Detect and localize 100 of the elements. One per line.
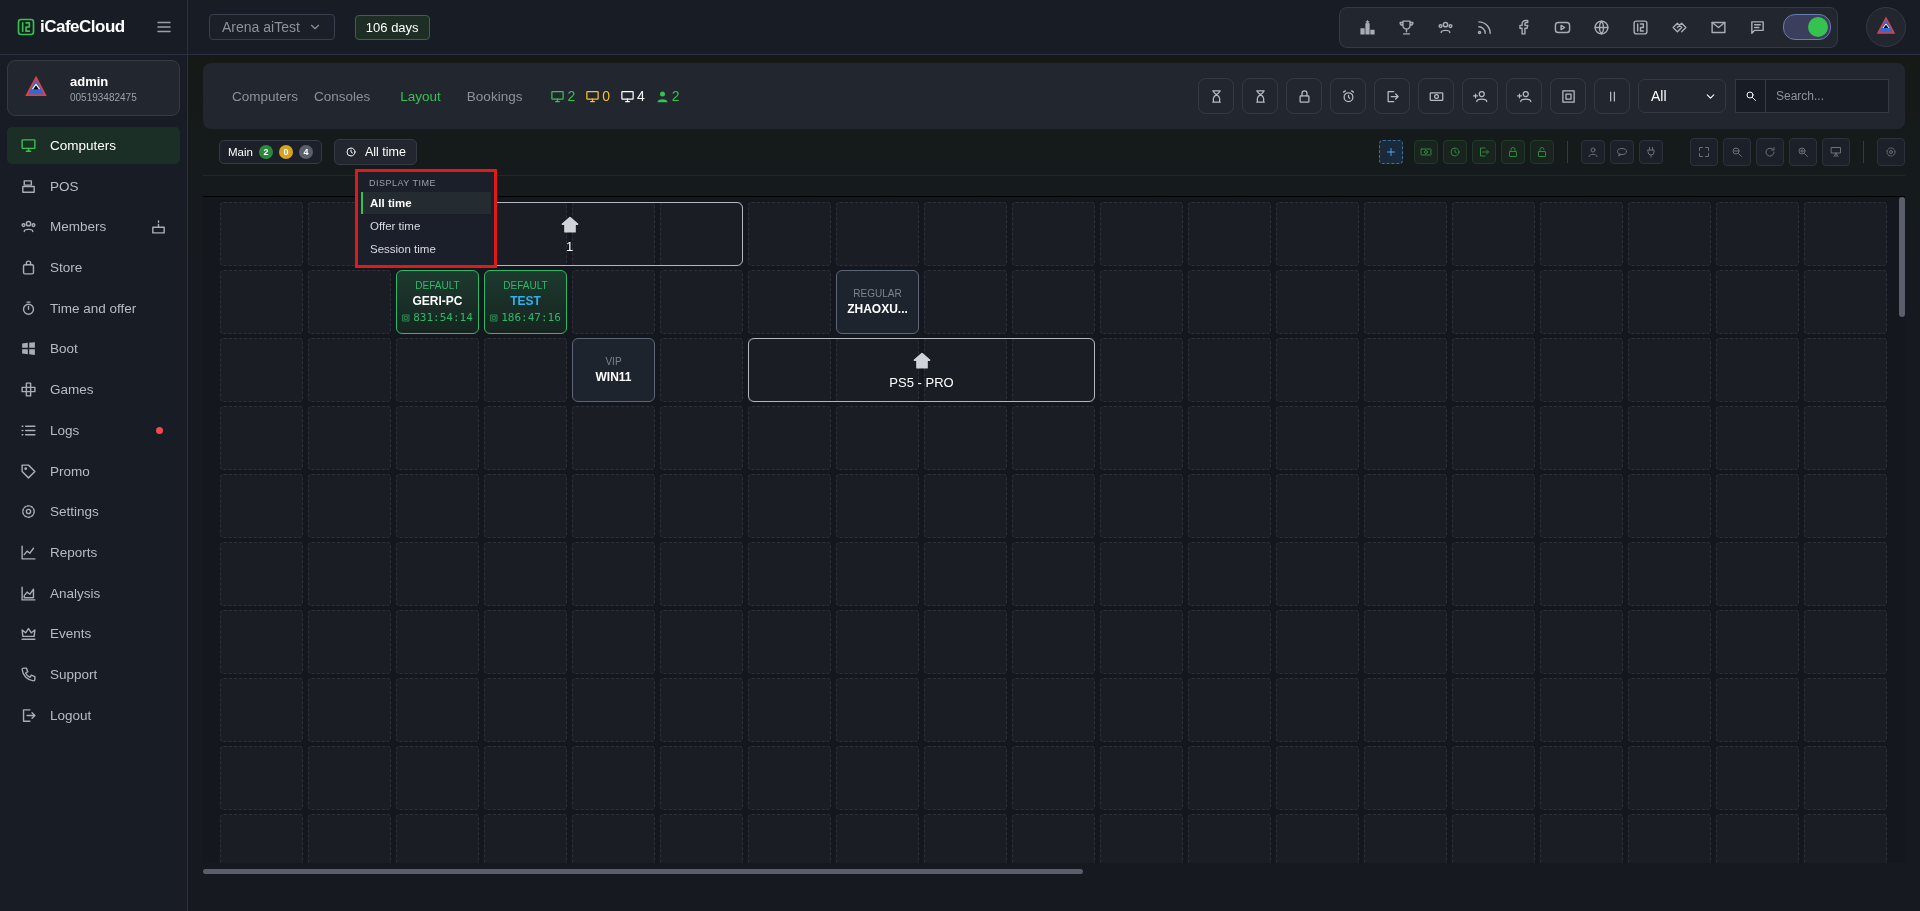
sidebar-item[interactable]: Store — [7, 249, 180, 287]
expand-button[interactable] — [1690, 138, 1718, 166]
monitor-icon — [585, 88, 601, 104]
computer-tile[interactable]: REGULAR ZHAOXU... — [836, 270, 919, 334]
computer-name: GERI-PC — [412, 294, 463, 308]
group-label: 1 — [565, 238, 574, 254]
lock-button[interactable] — [1286, 78, 1322, 114]
sidebar-item[interactable]: Logs — [7, 411, 180, 449]
menu-option[interactable]: All time — [361, 192, 491, 214]
unlock-button[interactable] — [1530, 140, 1554, 164]
cash-register-icon — [20, 177, 37, 195]
sidebar-item[interactable]: Analysis — [7, 574, 180, 612]
sidebar-item[interactable]: Reports — [7, 533, 180, 571]
hourglass-button[interactable] — [1198, 78, 1234, 114]
pause-button[interactable] — [1594, 78, 1630, 114]
stopwatch-icon — [20, 299, 37, 317]
user-name: admin — [70, 73, 110, 89]
brand-name: iCafeCloud — [40, 17, 126, 37]
exit-button[interactable] — [1374, 78, 1410, 114]
session-time: 831:54:14 — [402, 311, 473, 324]
home-icon — [911, 350, 932, 371]
plug-button[interactable] — [1639, 140, 1663, 164]
grid-slot[interactable] — [572, 202, 655, 266]
computer-name: ZHAOXU... — [847, 302, 908, 316]
computer-group: REGULAR — [853, 288, 902, 299]
sidebar-item[interactable]: Members — [7, 208, 180, 246]
grid-slot[interactable] — [1012, 338, 1095, 402]
hourglass-button[interactable] — [1242, 78, 1278, 114]
cash-button[interactable] — [1418, 78, 1454, 114]
area-chart-icon — [20, 584, 37, 602]
phone-icon — [20, 665, 37, 683]
tab[interactable]: Layout — [382, 88, 459, 104]
sidebar-item[interactable]: Time and offer — [7, 289, 180, 327]
vertical-scrollbar[interactable] — [1899, 197, 1905, 317]
horizontal-scrollbar[interactable] — [203, 869, 1083, 874]
tab[interactable]: Consoles — [310, 88, 379, 104]
lock-button[interactable] — [1501, 140, 1525, 164]
add-button[interactable] — [1379, 140, 1403, 164]
line-chart-icon — [20, 543, 37, 561]
zoom-in-button[interactable] — [1789, 138, 1817, 166]
profile-card[interactable]: admin 005193482475 — [7, 60, 180, 116]
session-time: 186:47:16 — [490, 311, 561, 324]
filter-select[interactable]: All — [1638, 79, 1726, 113]
alarm-icon — [1340, 88, 1356, 104]
sidebar-item[interactable]: Boot — [7, 330, 180, 368]
person-button[interactable] — [1581, 140, 1605, 164]
computer-tile[interactable]: DEFAULT GERI-PC 831:54:14 — [396, 270, 479, 334]
grid-slot[interactable] — [748, 338, 831, 402]
zoom-in-icon — [1797, 146, 1809, 158]
group-tile[interactable]: PS5 - PRO — [748, 338, 1095, 402]
search-input[interactable]: Search... — [1766, 88, 1888, 104]
settings-button[interactable] — [1877, 138, 1905, 166]
menu-heading: DISPLAY TIME — [368, 177, 438, 190]
alarm-button[interactable] — [1330, 78, 1366, 114]
chat-button[interactable] — [1610, 140, 1634, 164]
clock-icon — [1449, 146, 1461, 158]
sidebar-item[interactable]: Promo — [7, 452, 180, 490]
easel-button[interactable] — [1822, 138, 1850, 166]
unlock-icon — [1536, 146, 1548, 158]
sidebar-item[interactable]: Games — [7, 371, 180, 409]
refresh-icon — [1764, 146, 1776, 158]
time-display-button[interactable]: All time — [333, 139, 417, 165]
tab[interactable]: Computers — [228, 88, 307, 104]
easel-icon — [1830, 146, 1842, 158]
room-tab[interactable]: Main 2 0 4 — [219, 140, 322, 164]
gamepad-icon — [20, 381, 37, 399]
zoom-out-button[interactable] — [1723, 138, 1751, 166]
tag-icon — [20, 462, 37, 480]
add-user-icon — [1516, 88, 1532, 104]
exit-icon — [1478, 146, 1490, 158]
computer-tile[interactable]: VIP WIN11 — [572, 338, 655, 402]
count-badge: 2 — [258, 145, 273, 159]
globe-icon — [1593, 18, 1610, 36]
sidebar-item[interactable]: POS — [7, 167, 180, 205]
sidebar-item[interactable]: Events — [7, 615, 180, 653]
computer-tile[interactable]: DEFAULT TEST 186:47:16 — [484, 270, 567, 334]
status-count: 0 — [585, 88, 610, 104]
avatar[interactable] — [1866, 7, 1906, 47]
settings-icon — [1885, 146, 1897, 158]
computer-name: WIN11 — [595, 370, 632, 384]
venue-select[interactable]: Arena aiTest — [209, 14, 335, 40]
toggle-switch[interactable] — [1783, 14, 1831, 40]
frame-button[interactable] — [1550, 78, 1586, 114]
tab[interactable]: Bookings — [462, 88, 531, 104]
clock-button[interactable] — [1443, 140, 1467, 164]
plug-icon — [1645, 146, 1657, 158]
grid-slot[interactable] — [660, 202, 743, 266]
sidebar-item[interactable]: Computers — [7, 127, 180, 164]
license-badge: 106 days — [354, 14, 430, 40]
add-user-button[interactable] — [1462, 78, 1498, 114]
sidebar-item[interactable]: Support — [7, 655, 180, 693]
chat-icon — [1616, 146, 1628, 158]
lock-icon — [1507, 146, 1519, 158]
grid-slot[interactable] — [924, 338, 1007, 402]
grid-slot[interactable] — [836, 338, 919, 402]
search-field[interactable]: Search... — [1735, 79, 1889, 113]
sidebar-item[interactable]: Logout — [7, 696, 180, 734]
add-user-button[interactable] — [1506, 78, 1542, 114]
sidebar-item[interactable]: Settings — [7, 493, 180, 531]
refresh-button[interactable] — [1756, 138, 1784, 166]
